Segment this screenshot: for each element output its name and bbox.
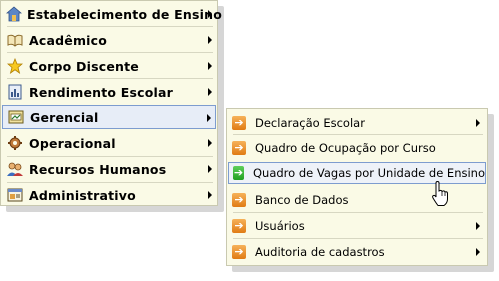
submenu-arrow-icon xyxy=(208,10,212,18)
submenu-item-label: Quadro de Vagas por Unidade de Ensino xyxy=(253,166,485,180)
hand-pointer-icon xyxy=(432,181,448,206)
menu-item-label: Acadêmico xyxy=(29,32,108,48)
management-icon xyxy=(7,108,25,126)
submenu-item-auditoria-cadastros[interactable]: ➔ Auditoria de cadastros xyxy=(228,241,486,263)
submenu-arrow-icon xyxy=(208,36,212,44)
submenu-item-label: Banco de Dados xyxy=(255,193,349,207)
menu-item-rendimento-escolar[interactable]: Rendimento Escolar xyxy=(2,80,216,104)
submenu-arrow-icon xyxy=(208,139,212,147)
menu-item-operacional[interactable]: Operacional xyxy=(2,131,216,155)
menu-item-corpo-discente[interactable]: Corpo Discente xyxy=(2,54,216,78)
divider xyxy=(7,52,213,53)
menu-item-label: Administrativo xyxy=(29,187,136,203)
menu-item-label: Gerencial xyxy=(30,109,99,125)
submenu-arrow-icon xyxy=(476,222,480,230)
menu-item-estabelecimento-de-ensino[interactable]: Estabelecimento de Ensino xyxy=(2,2,222,26)
menu-item-label: Estabelecimento de Ensino xyxy=(27,6,223,22)
menu-item-academico[interactable]: Acadêmico xyxy=(2,28,216,52)
submenu-item-label: Usuários xyxy=(255,219,305,233)
menu-item-label: Rendimento Escolar xyxy=(29,84,174,100)
submenu-arrow-icon xyxy=(208,191,212,199)
book-icon xyxy=(6,31,24,49)
orange-arrow-icon: ➔ xyxy=(232,219,246,233)
divider xyxy=(233,212,483,213)
submenu-item-quadro-ocupacao-curso[interactable]: ➔ Quadro de Ocupação por Curso xyxy=(228,137,486,159)
divider xyxy=(233,238,483,239)
submenu-arrow-icon xyxy=(207,114,211,122)
menu-item-label: Corpo Discente xyxy=(29,58,139,74)
menu-item-label: Operacional xyxy=(29,135,116,151)
submenu-item-usuarios[interactable]: ➔ Usuários xyxy=(228,215,486,237)
menu-item-gerencial[interactable]: Gerencial xyxy=(2,105,216,129)
submenu-item-label: Auditoria de cadastros xyxy=(255,245,385,259)
menu-item-administrativo[interactable]: Administrativo xyxy=(2,183,216,207)
star-icon xyxy=(6,57,24,75)
people-icon xyxy=(6,160,24,178)
school-house-icon xyxy=(6,5,22,23)
menu-item-recursos-humanos[interactable]: Recursos Humanos xyxy=(2,157,216,181)
submenu-arrow-icon xyxy=(476,119,480,127)
menu-item-label: Recursos Humanos xyxy=(29,161,167,177)
green-arrow-icon: ➔ xyxy=(233,166,244,180)
main-menu: Estabelecimento de Ensino Acadêmico Corp… xyxy=(0,0,222,207)
orange-arrow-icon: ➔ xyxy=(232,245,246,259)
report-icon xyxy=(6,83,24,101)
submenu-arrow-icon xyxy=(208,62,212,70)
orange-arrow-icon: ➔ xyxy=(232,116,246,130)
gear-icon xyxy=(6,134,24,152)
orange-arrow-icon: ➔ xyxy=(232,193,246,207)
admin-window-icon xyxy=(6,186,24,204)
orange-arrow-icon: ➔ xyxy=(232,141,246,155)
submenu-item-label: Quadro de Ocupação por Curso xyxy=(255,141,436,155)
divider xyxy=(7,78,213,79)
submenu-item-declaracao-escolar[interactable]: ➔ Declaração Escolar xyxy=(228,112,486,134)
divider xyxy=(233,134,483,135)
submenu-arrow-icon xyxy=(476,248,480,256)
divider xyxy=(7,26,213,27)
submenu-arrow-icon xyxy=(208,165,212,173)
submenu-arrow-icon xyxy=(208,88,212,96)
submenu-item-label: Declaração Escolar xyxy=(255,116,365,130)
